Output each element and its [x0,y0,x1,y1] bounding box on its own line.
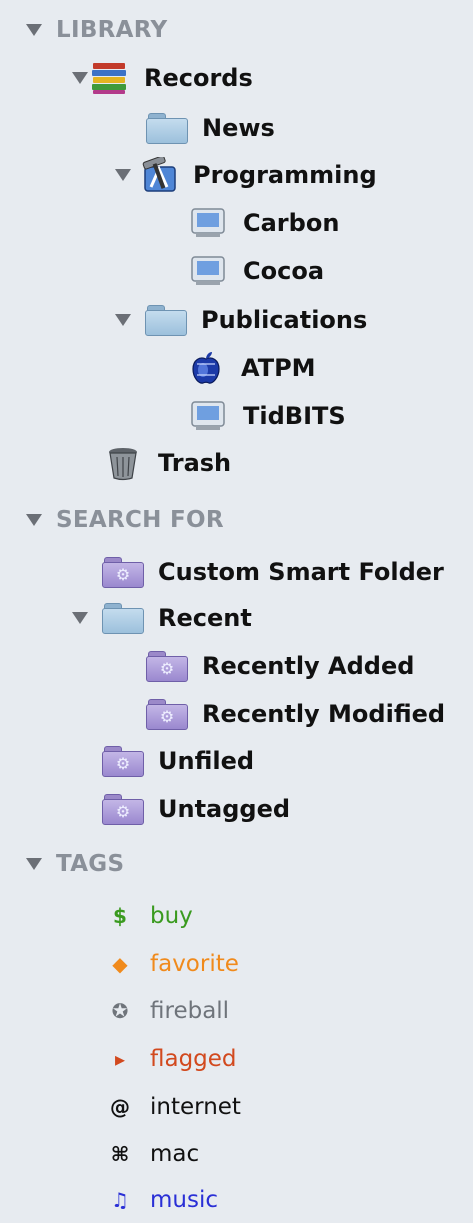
smart-folder-icon: ⚙ [102,557,144,588]
atpm-apple-icon [192,352,220,384]
folder-icon [145,305,187,336]
sidebar-item-label: TidBITS [243,402,346,430]
disclosure-triangle-icon[interactable] [72,72,88,84]
sidebar-item-publications[interactable]: Publications [0,300,473,340]
tag-label: fireball [150,998,230,1024]
music-note-icon: ♫ [111,1188,129,1212]
sidebar-item-label: News [202,114,275,142]
sidebar-item-label: Unfiled [158,747,255,775]
tag-item-favorite[interactable]: ◆ favorite [0,944,473,984]
tag-item-flagged[interactable]: ▸ flagged [0,1039,473,1079]
section-header-search-for[interactable]: SEARCH FOR [0,500,473,540]
section-title-library: LIBRARY [56,17,168,43]
tag-label: mac [150,1141,200,1167]
sidebar-item-label: Publications [201,306,368,334]
at-icon: @ [110,1095,130,1119]
command-icon: ⌘ [110,1142,130,1166]
triangle-right-icon: ▸ [114,1047,126,1071]
tag-item-fireball[interactable]: ✪ fireball [0,991,473,1031]
rss-feed-icon [191,256,225,285]
tag-label: flagged [150,1046,237,1072]
smart-folder-icon: ⚙ [102,746,144,777]
sidebar-item-label: Custom Smart Folder [158,558,444,586]
tag-label: buy [150,903,193,929]
sidebar-item-label: Untagged [158,795,291,823]
sidebar-item-label: Cocoa [243,257,325,285]
dollar-icon: $ [113,904,127,928]
trash-icon [109,448,137,481]
sidebar-item-news[interactable]: News [0,108,473,148]
tag-label: favorite [150,951,239,977]
xcode-hammer-icon [142,157,176,192]
sidebar-item-programming[interactable]: Programming [0,155,473,195]
disclosure-triangle-icon[interactable] [115,169,131,181]
disclosure-triangle-icon[interactable] [26,858,42,870]
star-circle-icon: ✪ [111,999,129,1023]
sidebar-item-custom-smart-folder[interactable]: ⚙ Custom Smart Folder [0,552,473,592]
tag-label: internet [150,1094,241,1120]
tag-item-music[interactable]: ♫ music [0,1180,473,1220]
books-stack-icon [92,63,126,94]
rss-feed-icon [191,208,225,237]
sidebar-item-records[interactable]: Records [0,58,473,98]
section-title-search-for: SEARCH FOR [56,507,224,533]
section-header-tags[interactable]: TAGS [0,844,473,884]
section-title-tags: TAGS [56,851,125,877]
sidebar-item-label: Recently Added [202,652,415,680]
tag-item-mac[interactable]: ⌘ mac [0,1134,473,1174]
sidebar-item-recent[interactable]: Recent [0,598,473,638]
diamond-icon: ◆ [112,952,128,976]
tag-item-internet[interactable]: @ internet [0,1087,473,1127]
tag-label: music [150,1187,219,1213]
smart-folder-icon: ⚙ [146,651,188,682]
source-list-sidebar: LIBRARY Records News Programming Carbon … [0,0,473,1223]
tag-item-buy[interactable]: $ buy [0,896,473,936]
sidebar-item-untagged[interactable]: ⚙ Untagged [0,789,473,829]
rss-feed-icon [191,401,225,430]
folder-icon [146,113,188,144]
sidebar-item-label: Records [144,64,253,92]
folder-icon [102,603,144,634]
sidebar-item-label: Programming [193,161,377,189]
sidebar-item-label: Carbon [243,209,340,237]
sidebar-item-label: Recent [158,604,252,632]
sidebar-item-atpm[interactable]: ATPM [0,348,473,388]
disclosure-triangle-icon[interactable] [72,612,88,624]
sidebar-item-label: Recently Modified [202,700,446,728]
disclosure-triangle-icon[interactable] [115,314,131,326]
smart-folder-icon: ⚙ [146,699,188,730]
sidebar-item-trash[interactable]: Trash [0,443,473,483]
sidebar-item-unfiled[interactable]: ⚙ Unfiled [0,741,473,781]
sidebar-item-recently-added[interactable]: ⚙ Recently Added [0,646,473,686]
section-header-library[interactable]: LIBRARY [0,10,473,50]
sidebar-item-cocoa[interactable]: Cocoa [0,251,473,291]
sidebar-item-tidbits[interactable]: TidBITS [0,396,473,436]
disclosure-triangle-icon[interactable] [26,24,42,36]
sidebar-item-label: ATPM [241,354,316,382]
smart-folder-icon: ⚙ [102,794,144,825]
sidebar-item-recently-modified[interactable]: ⚙ Recently Modified [0,694,473,734]
sidebar-item-label: Trash [158,449,232,477]
sidebar-item-carbon[interactable]: Carbon [0,203,473,243]
disclosure-triangle-icon[interactable] [26,514,42,526]
